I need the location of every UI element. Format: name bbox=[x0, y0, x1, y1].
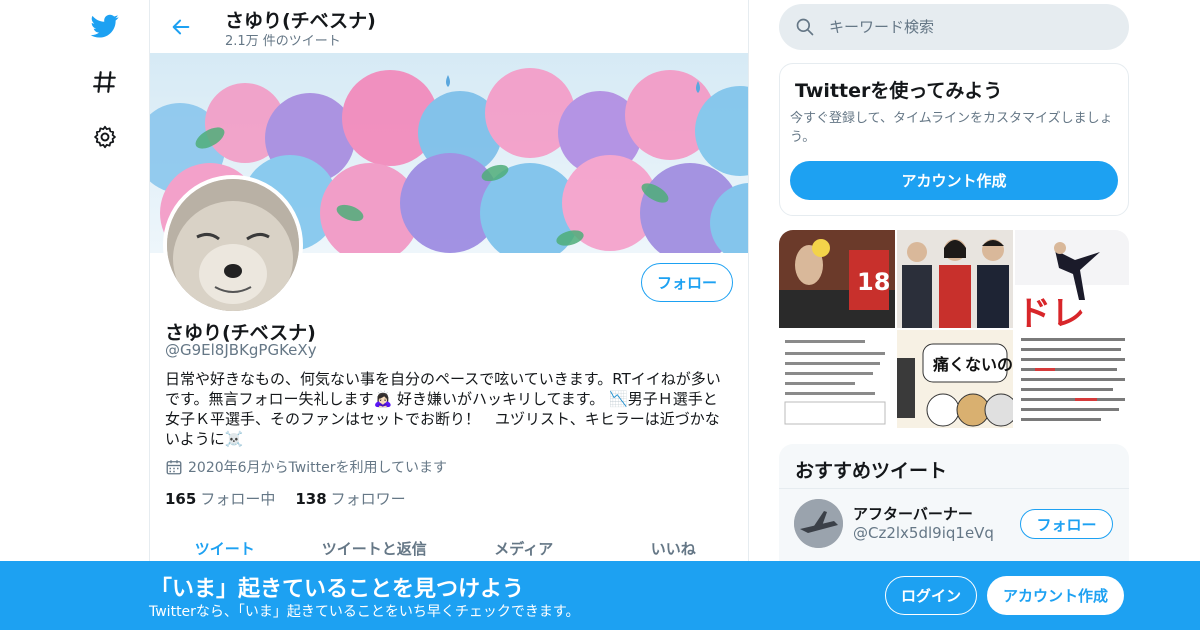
explore-link[interactable] bbox=[85, 62, 125, 102]
recommended-user-avatar[interactable] bbox=[794, 499, 843, 548]
figure-skating-photo: ドレ bbox=[1015, 230, 1129, 328]
twitter-bird-icon bbox=[90, 14, 119, 38]
media-thumbnail[interactable]: ドレ bbox=[1015, 230, 1129, 328]
search-input[interactable] bbox=[829, 18, 1089, 36]
bottom-signup-bar: 「いま」起きていることを見つけよう Twitterなら、「いま」起きていることを… bbox=[0, 561, 1200, 630]
recommended-user-name[interactable]: アフターバーナー bbox=[853, 503, 973, 524]
media-grid: 18 ドレ 痛くないの bbox=[779, 230, 1129, 428]
media-thumbnail[interactable]: 痛くないの？ bbox=[897, 330, 1013, 428]
back-button[interactable] bbox=[166, 12, 196, 42]
volleyball-photo: 18 bbox=[779, 230, 895, 328]
profile-header: さゆり(チベスナ) 2.1万 件のツイート bbox=[150, 0, 748, 53]
following-link[interactable]: 165 フォロー中 bbox=[165, 488, 275, 509]
calendar-icon bbox=[166, 460, 182, 475]
following-label: フォロー中 bbox=[200, 490, 276, 508]
media-thumbnail[interactable] bbox=[897, 230, 1013, 328]
document-screenshot bbox=[779, 330, 895, 428]
followers-link[interactable]: 138 フォロワー bbox=[295, 488, 405, 509]
media-thumbnail[interactable] bbox=[779, 330, 895, 428]
signup-card: Twitterを使ってみよう 今すぐ登録して、タイムラインをカスタマイズしましょ… bbox=[779, 63, 1129, 216]
cartoon-cats-image: 痛くないの？ bbox=[897, 330, 1013, 428]
left-navigation bbox=[80, 0, 130, 630]
join-date: 2020年6月からTwitterを利用しています bbox=[165, 457, 447, 477]
svg-text:18: 18 bbox=[857, 268, 890, 296]
recommended-user-row[interactable]: アフターバーナー @Cz2lx5dl9iq1eVq フォロー bbox=[779, 488, 1129, 563]
recommended-follow-button[interactable]: フォロー bbox=[1020, 509, 1113, 539]
twitter-home-link[interactable] bbox=[85, 6, 125, 46]
profile-column: さゆり(チベスナ) 2.1万 件のツイート フォロー さゆり(チベスナ) @G9… bbox=[149, 0, 749, 630]
login-button[interactable]: ログイン bbox=[885, 576, 977, 615]
settings-link[interactable] bbox=[85, 117, 125, 157]
join-date-text: 2020年6月からTwitterを利用しています bbox=[188, 460, 448, 476]
media-thumbnail[interactable]: 18 bbox=[779, 230, 895, 328]
search-box[interactable] bbox=[779, 4, 1129, 50]
jet-avatar-image bbox=[794, 499, 843, 548]
following-count: 165 bbox=[165, 490, 197, 508]
header-tweet-count: 2.1万 件のツイート bbox=[225, 34, 341, 49]
profile-handle: @G9El8JBKgPGKeXy bbox=[165, 341, 317, 359]
bottom-bar-subtitle: Twitterなら、「いま」起きていることをいち早くチェックできます。 bbox=[149, 604, 580, 620]
back-arrow-icon bbox=[172, 19, 190, 35]
recommended-user-handle: @Cz2lx5dl9iq1eVq bbox=[853, 524, 994, 542]
article-screenshot bbox=[1015, 330, 1129, 428]
signup-card-title: Twitterを使ってみよう bbox=[795, 80, 1003, 102]
media-thumbnail[interactable] bbox=[1015, 330, 1129, 428]
fox-avatar-image bbox=[167, 179, 299, 311]
search-icon bbox=[796, 18, 814, 36]
profile-bio: 日常や好きなもの、何気ない事を自分のペースで呟いていきます。RTイイねが多いです… bbox=[165, 370, 721, 448]
follow-stats: 165 フォロー中 138 フォロワー bbox=[165, 488, 406, 509]
bottom-bar-title: 「いま」起きていることを見つけよう bbox=[150, 577, 525, 602]
press-conference-photo bbox=[897, 230, 1013, 328]
hashtag-icon bbox=[93, 71, 116, 93]
media-cell-3-text: ドレ bbox=[1017, 294, 1085, 328]
followers-count: 138 bbox=[295, 490, 327, 508]
twitter-profile-page: さゆり(チベスナ) 2.1万 件のツイート フォロー さゆり(チベスナ) @G9… bbox=[0, 0, 1200, 630]
gear-icon bbox=[94, 125, 116, 149]
signup-card-description: 今すぐ登録して、タイムラインをカスタマイズしましょう。 bbox=[790, 111, 1113, 145]
header-profile-name: さゆり(チベスナ) bbox=[225, 10, 376, 32]
followers-label: フォロワー bbox=[330, 490, 406, 508]
profile-avatar[interactable] bbox=[163, 175, 303, 315]
signup-button[interactable]: アカウント作成 bbox=[987, 576, 1124, 615]
recommended-title: おすすめツイート bbox=[795, 460, 948, 482]
create-account-button[interactable]: アカウント作成 bbox=[790, 161, 1118, 200]
follow-button[interactable]: フォロー bbox=[641, 263, 733, 302]
media-cell-5-text: 痛くないの？ bbox=[932, 355, 1013, 374]
